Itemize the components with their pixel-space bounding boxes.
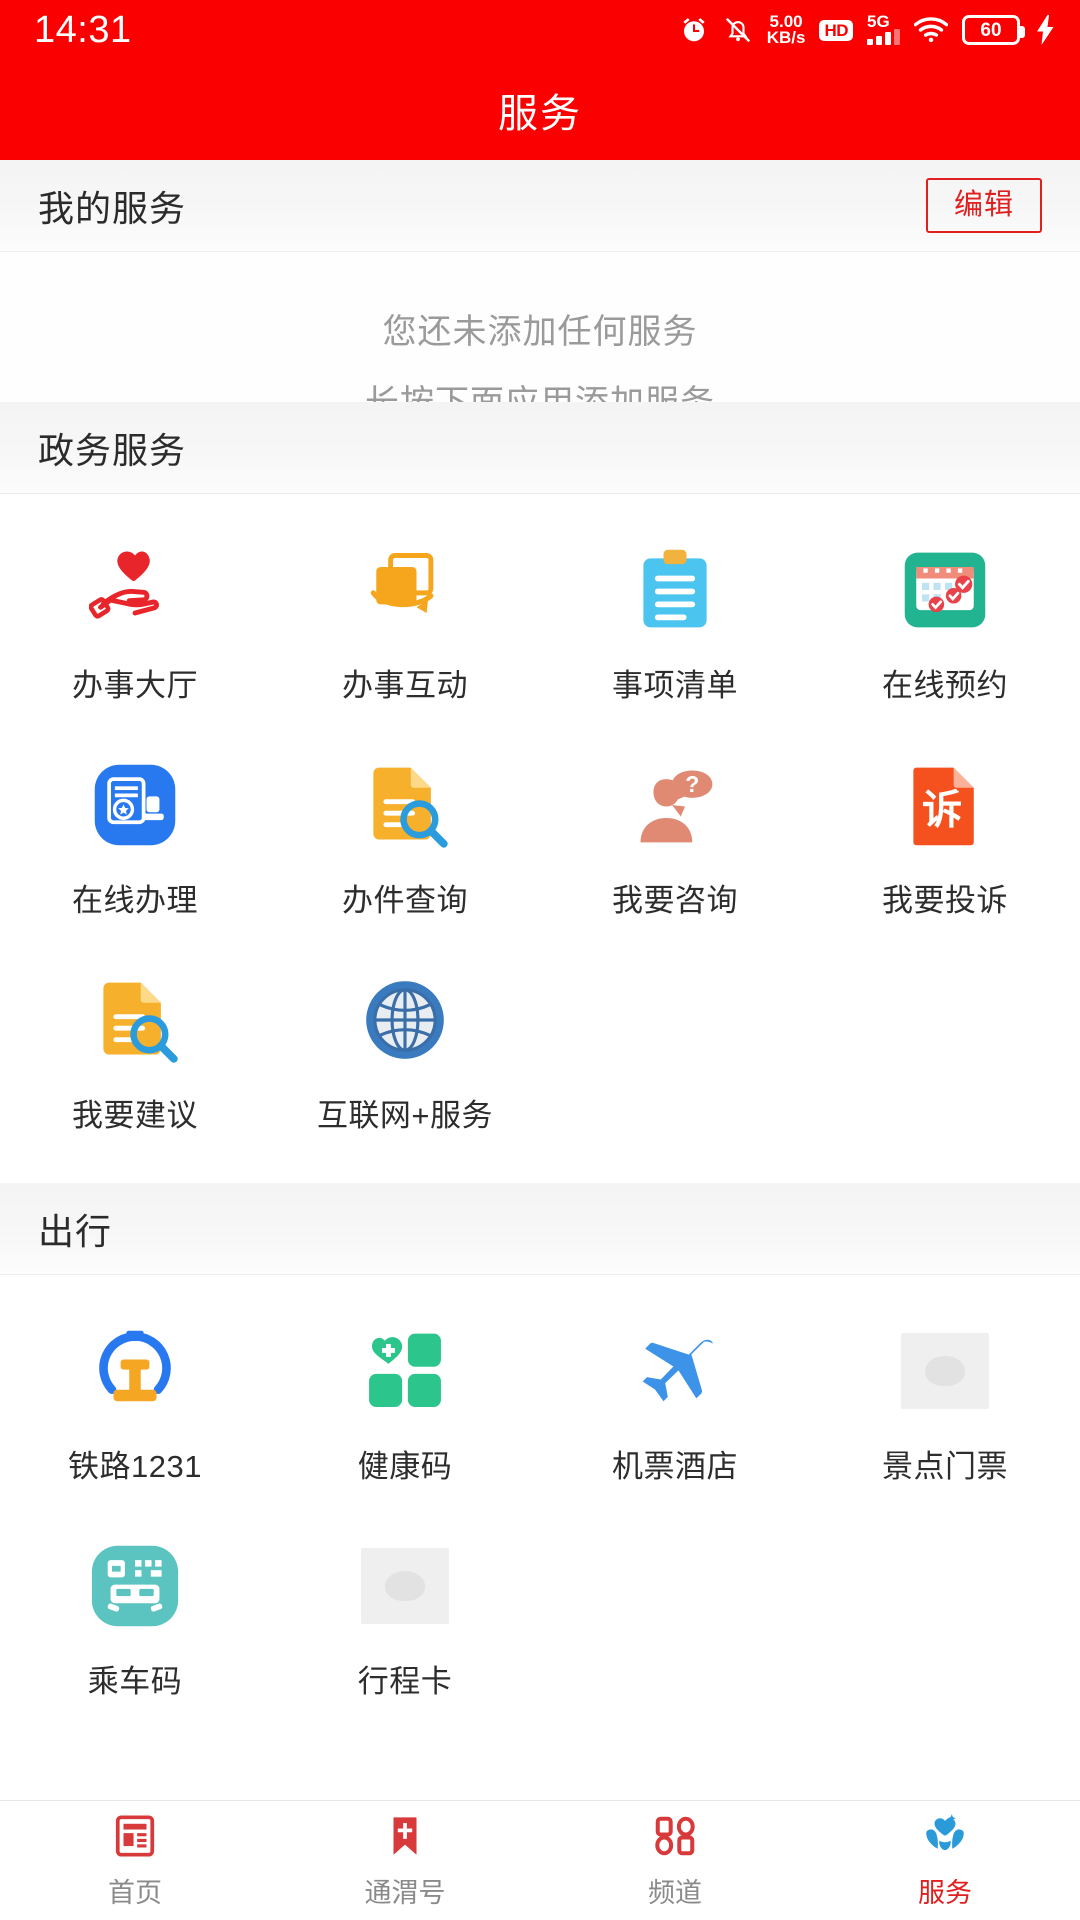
service-item-label: 在线预约 bbox=[882, 668, 1008, 703]
service-item[interactable]: 办事大厅 bbox=[0, 520, 270, 735]
section-header: 出行 bbox=[0, 1183, 1080, 1275]
service-item-label: 行程卡 bbox=[357, 1664, 453, 1699]
service-item[interactable]: 在线办理 bbox=[0, 735, 270, 950]
network-type-label: 5G bbox=[867, 12, 890, 31]
service-item-label: 办件查询 bbox=[342, 883, 468, 918]
status-bar: 14:31 5.00 KB/s HD 5G 60 bbox=[0, 0, 1080, 60]
app-screen: 14:31 5.00 KB/s HD 5G 60 服务 我的服务 编辑 您还未添… bbox=[0, 0, 1080, 1920]
image-placeholder-icon bbox=[361, 1548, 449, 1624]
service-item-label: 我要咨询 bbox=[612, 883, 738, 918]
document-search-icon bbox=[87, 972, 183, 1068]
tab-通渭号[interactable]: 通渭号 bbox=[270, 1811, 540, 1910]
service-grid: 铁路1231 健康码 机票酒店 景点门票乘车码 行程卡 bbox=[0, 1275, 1080, 1749]
image-placeholder-icon bbox=[897, 1323, 993, 1419]
service-item[interactable]: 诉我要投诉 bbox=[810, 735, 1080, 950]
service-grid: 办事大厅 办事互动 事项清单 在线预约 在线办理 办件查询? 我要咨询 诉我要投诉 我要建议 互联… bbox=[0, 494, 1080, 1183]
service-item-label: 事项清单 bbox=[612, 668, 738, 703]
image-placeholder-icon bbox=[357, 1538, 453, 1634]
service-item-label: 我要建议 bbox=[72, 1098, 198, 1133]
grid-shapes-icon bbox=[650, 1811, 700, 1861]
calendar-check-icon bbox=[897, 542, 993, 638]
service-item[interactable]: 机票酒店 bbox=[540, 1301, 810, 1516]
service-item-label: 景点门票 bbox=[882, 1449, 1008, 1484]
my-services-title: 我的服务 bbox=[38, 187, 187, 229]
hand-holding-heart-icon bbox=[87, 542, 183, 638]
alarm-clock-icon bbox=[679, 15, 709, 45]
page-title: 服务 bbox=[498, 92, 582, 136]
service-item[interactable]: 乘车码 bbox=[0, 1516, 270, 1731]
tab-服务[interactable]: 服务 bbox=[810, 1811, 1080, 1910]
service-item[interactable]: 健康码 bbox=[270, 1301, 540, 1516]
service-item-label: 健康码 bbox=[357, 1449, 453, 1484]
svg-text:?: ? bbox=[685, 771, 699, 797]
transit-qr-icon bbox=[87, 1538, 183, 1634]
service-item[interactable]: 办件查询 bbox=[270, 735, 540, 950]
service-item[interactable]: 办事互动 bbox=[270, 520, 540, 735]
lightning-bolt-icon bbox=[1034, 15, 1058, 45]
globe-icon bbox=[357, 972, 453, 1068]
tab-label: 通渭号 bbox=[364, 1878, 446, 1908]
section-title: 政务服务 bbox=[38, 429, 187, 471]
edit-button[interactable]: 编辑 bbox=[925, 178, 1042, 233]
status-icons: 5.00 KB/s HD 5G 60 bbox=[679, 12, 1058, 47]
service-item-label: 在线办理 bbox=[72, 883, 198, 918]
section-title: 出行 bbox=[38, 1210, 113, 1252]
document-stamp-icon bbox=[87, 757, 183, 853]
network-speed: 5.00 KB/s bbox=[766, 13, 806, 47]
airplane-icon bbox=[627, 1323, 723, 1419]
service-item[interactable]: 事项清单 bbox=[540, 520, 810, 735]
complaint-file-icon: 诉 bbox=[897, 757, 993, 853]
service-item-label: 办事大厅 bbox=[72, 668, 198, 703]
bookmark-plus-icon bbox=[380, 1811, 430, 1861]
app-bar: 服务 bbox=[0, 60, 1080, 160]
my-services-header: 我的服务 编辑 bbox=[0, 160, 1080, 252]
hd-badge-icon: HD bbox=[819, 19, 853, 41]
tab-label: 频道 bbox=[648, 1878, 702, 1908]
service-item[interactable]: 我要建议 bbox=[0, 950, 270, 1165]
hands-heart-icon bbox=[920, 1811, 970, 1861]
clipboard-list-icon bbox=[627, 542, 723, 638]
service-item[interactable]: 在线预约 bbox=[810, 520, 1080, 735]
battery-level: 60 bbox=[980, 19, 1002, 41]
tab-频道[interactable]: 频道 bbox=[540, 1811, 810, 1910]
person-question-icon: ? bbox=[627, 757, 723, 853]
service-item-label: 乘车码 bbox=[87, 1664, 183, 1699]
service-sections: 政务服务 办事大厅 办事互动 事项清单 在线预约 在线办理 办件查询? 我要咨询 诉我要投诉 我要… bbox=[0, 402, 1080, 1749]
service-item-label: 互联网+服务 bbox=[316, 1098, 494, 1133]
squares-exchange-icon bbox=[357, 542, 453, 638]
service-item[interactable]: 行程卡 bbox=[270, 1516, 540, 1731]
tab-首页[interactable]: 首页 bbox=[0, 1811, 270, 1910]
document-search-icon bbox=[357, 757, 453, 853]
service-item-label: 我要投诉 bbox=[882, 883, 1008, 918]
newspaper-icon bbox=[110, 1811, 160, 1861]
service-item-label: 办事互动 bbox=[342, 668, 468, 703]
service-item[interactable]: ? 我要咨询 bbox=[540, 735, 810, 950]
bottom-tab-bar: 首页 通渭号 频道 服务 bbox=[0, 1800, 1080, 1920]
health-code-icon bbox=[357, 1323, 453, 1419]
service-item[interactable]: 景点门票 bbox=[810, 1301, 1080, 1516]
tab-label: 首页 bbox=[108, 1878, 162, 1908]
section-header: 政务服务 bbox=[0, 402, 1080, 494]
empty-state-line-1: 您还未添加任何服务 bbox=[382, 313, 698, 351]
cellular-signal-icon: 5G bbox=[867, 12, 900, 45]
status-clock: 14:31 bbox=[34, 9, 132, 51]
service-item[interactable]: 互联网+服务 bbox=[270, 950, 540, 1165]
service-item[interactable]: 铁路1231 bbox=[0, 1301, 270, 1516]
railway-logo-icon bbox=[87, 1323, 183, 1419]
image-placeholder-icon bbox=[901, 1333, 989, 1409]
svg-text:诉: 诉 bbox=[922, 788, 962, 833]
service-item-label: 机票酒店 bbox=[612, 1449, 738, 1484]
battery-icon: 60 bbox=[962, 15, 1025, 45]
service-item-label: 铁路1231 bbox=[68, 1449, 202, 1484]
tab-label: 服务 bbox=[918, 1878, 972, 1908]
network-speed-unit: KB/s bbox=[766, 28, 806, 47]
wifi-icon bbox=[914, 17, 948, 43]
signal-bars-icon bbox=[867, 29, 900, 45]
bell-muted-icon bbox=[723, 15, 753, 45]
